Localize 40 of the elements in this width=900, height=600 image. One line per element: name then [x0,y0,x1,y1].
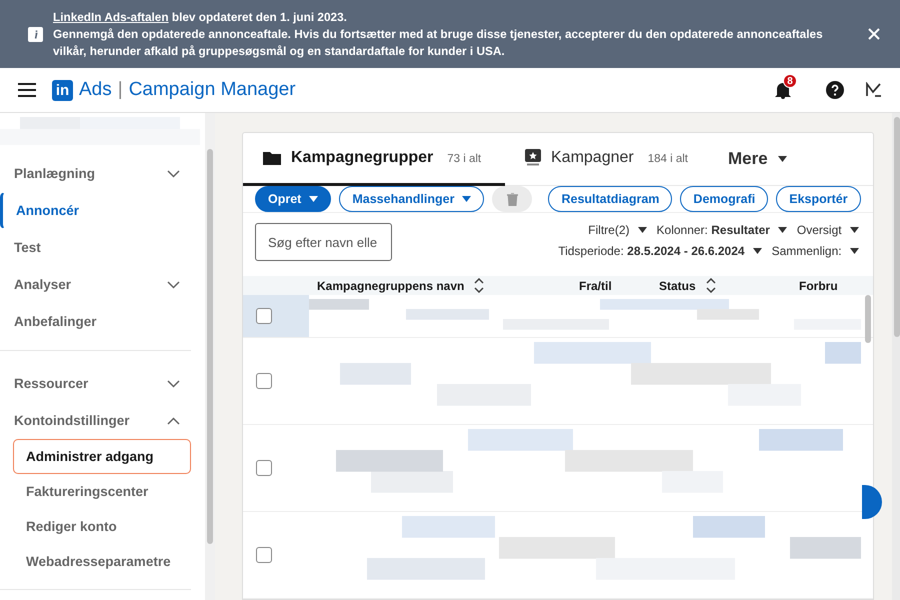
sidebar-item[interactable]: Kontoindstillinger [0,402,191,439]
product-name: Ads [79,79,112,101]
filter-dropdown[interactable]: Kolonner: Resultater [656,223,787,237]
notification-badge: 8 [783,74,797,88]
tab-label: Kampagner 184 i alt [551,148,688,166]
column-header[interactable]: Kampagnegruppens navn [317,278,484,293]
column-header[interactable]: Fra/til [579,278,612,292]
tab-count: 73 i alt [447,152,482,164]
toolbar-button[interactable]: Massehandlinger [339,186,484,212]
logo-mark: in [52,80,73,100]
sidebar-item[interactable]: Faktureringscenter [13,474,191,509]
sidebar-item[interactable]: Webadresseparametre [13,544,191,579]
toolbar-button[interactable]: Resultatdiagram [548,186,672,212]
column-header[interactable]: Forbru [799,278,838,292]
sidebar-item[interactable]: Anbefalinger [0,303,191,340]
title-separator: | [118,79,123,101]
sidebar-item[interactable]: Rediger konto [13,509,191,544]
sidebar-item[interactable]: Planlægning [0,155,191,192]
sidebar-item[interactable]: Administrer adgang [13,439,191,474]
toolbar-button[interactable]: Eksportér [776,186,861,212]
banner-headline: LinkedIn Ads-aftalen blev opdateret den 1. juni 2023. [53,8,348,26]
tab-label: Kampagnegrupper 73 i alt [291,148,482,166]
agreement-link[interactable]: LinkedIn Ads-aftalen [53,10,169,24]
banner-message: Gennemgå den opdaterede annonceaftale. Hvis du fortsætter med at bruge disse tjenester, accepterer du den opdaterede annonceaftales vilkår, herunder afkald på gruppesøgsmål og en standardaftale for kunder i USA. [53,26,824,60]
toolbar-button[interactable]: Demografi [680,186,768,212]
more-tab[interactable]: Mere [708,149,787,169]
column-header[interactable]: Status [659,278,716,293]
filter-dropdown[interactable]: Oversigt [796,223,859,237]
sidebar-item[interactable]: Ressourcer [0,365,191,402]
tab-count: 184 i alt [648,152,688,164]
app-title: Campaign Manager [128,79,296,101]
filter-dropdown[interactable]: Filtre(2) [588,223,647,237]
filter-dropdown[interactable]: Sammenlign: [772,244,859,258]
sidebar-item[interactable]: Annoncér [0,192,191,229]
toolbar-button[interactable]: Opret [255,186,332,212]
search-field[interactable]: Søg efter navn elle [255,223,392,261]
tab[interactable]: Kampagner 184 i alt [505,133,708,186]
filter-dropdown[interactable]: Tidsperiode: 28.5.2024 - 26.6.2024 [558,244,762,258]
sidebar-item[interactable]: Test [0,229,191,266]
sidebar-item[interactable]: Analyser [0,266,191,303]
